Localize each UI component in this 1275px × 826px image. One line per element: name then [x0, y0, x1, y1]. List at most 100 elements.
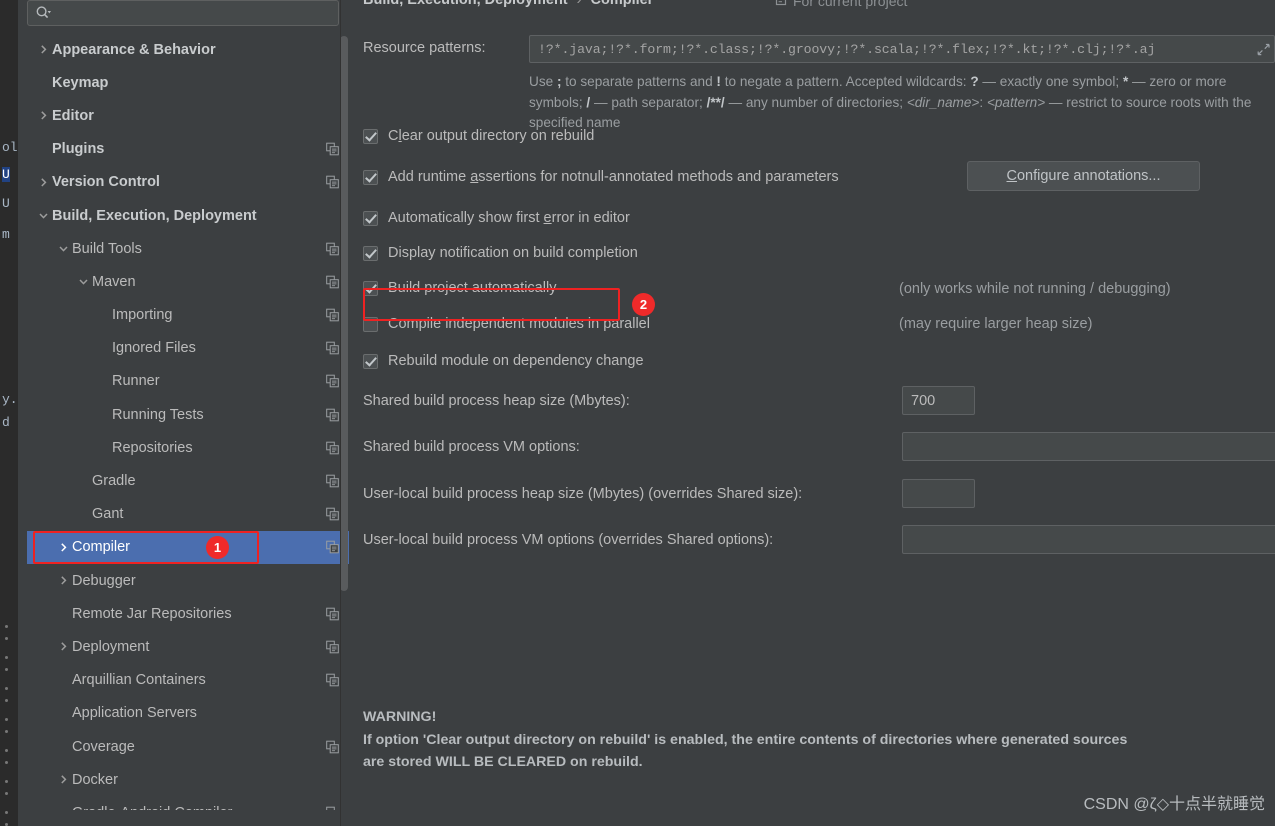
help-seg: to negate a pattern. Accepted wildcards:	[720, 74, 971, 89]
checkbox-display-notification[interactable]: Display notification on build completion	[363, 245, 638, 261]
sidebar-item-label: Keymap	[52, 74, 109, 91]
sidebar-item-version-control[interactable]: Version Control	[27, 166, 349, 199]
warning-line-2: are stored WILL BE CLEARED on rebuild.	[363, 754, 643, 770]
settings-window: ol U U m y.) d Appearance & Beha	[0, 0, 1275, 826]
checkbox-add-runtime-assertions[interactable]: Add runtime assertions for notnull-annot…	[363, 169, 839, 185]
checkbox-box[interactable]	[363, 316, 378, 332]
shared-vm-options-input[interactable]	[902, 432, 1275, 461]
project-scope-icon	[775, 0, 788, 9]
copy-settings-icon[interactable]	[326, 275, 339, 289]
copy-settings-icon[interactable]	[326, 408, 339, 421]
help-seg: — path separator;	[590, 94, 707, 110]
search-input[interactable]	[51, 5, 338, 21]
sidebar-item-compiler[interactable]: Compiler	[27, 530, 349, 564]
resource-patterns-input[interactable]	[529, 35, 1275, 63]
sidebar-item-importing[interactable]: Importing	[27, 299, 349, 332]
sidebar-item-label: Ignored Files	[112, 340, 196, 357]
checkbox-auto-show-first-error[interactable]: Automatically show first error in editor	[363, 210, 630, 226]
chevron-right-icon[interactable]	[55, 774, 72, 785]
sidebar-item-keymap[interactable]: Keymap	[27, 66, 349, 99]
shared-heap-size-input[interactable]	[902, 386, 975, 415]
checkbox-build-project-automatically[interactable]: Build project automatically	[363, 280, 556, 296]
chevron-right-icon[interactable]	[55, 542, 72, 553]
chevron-right-icon[interactable]	[35, 110, 52, 121]
copy-settings-icon[interactable]	[326, 375, 339, 388]
copy-settings-icon[interactable]	[326, 673, 339, 687]
checkbox-box[interactable]	[363, 353, 378, 369]
warning-block: WARNING! If option 'Clear output directo…	[363, 706, 1275, 774]
checkbox-clear-output-directory[interactable]: Clear output directory on rebuild	[363, 128, 594, 144]
sidebar-item-gradle-android-compiler[interactable]: Gradle-Android Compiler	[27, 796, 349, 810]
copy-settings-icon[interactable]	[326, 474, 339, 488]
checkbox-box[interactable]	[363, 280, 378, 296]
chevron-right-icon[interactable]	[55, 641, 72, 652]
configure-annotations-button[interactable]: Configure annotations...	[967, 161, 1200, 191]
copy-settings-icon[interactable]	[326, 308, 339, 322]
chevron-down-icon[interactable]	[55, 243, 72, 254]
sidebar-item-label: Build, Execution, Deployment	[52, 207, 257, 224]
checkbox-box[interactable]	[363, 245, 378, 261]
sidebar-item-remote-jar-repositories[interactable]: Remote Jar Repositories	[27, 597, 349, 630]
settings-tree[interactable]: Appearance & Behavior Keymap Editor Plugins…	[27, 33, 349, 810]
copy-settings-icon[interactable]	[326, 441, 339, 455]
copy-settings-icon[interactable]	[326, 142, 339, 156]
chevron-right-icon[interactable]	[55, 575, 72, 586]
copy-settings-icon[interactable]	[326, 640, 339, 654]
copy-settings-icon[interactable]	[326, 740, 339, 753]
copy-settings-icon[interactable]	[326, 507, 339, 521]
shared-vm-options-label: Shared build process VM options:	[363, 439, 580, 455]
sidebar-item-label: Repositories	[112, 439, 193, 456]
checkbox-box[interactable]	[363, 128, 378, 144]
settings-dialog: Appearance & Behavior Keymap Editor Plugins…	[18, 0, 1275, 826]
checkbox-box[interactable]	[363, 169, 378, 185]
userlocal-vm-options-input[interactable]	[902, 525, 1275, 554]
chevron-right-icon[interactable]	[35, 44, 52, 55]
sidebar-item-application-servers[interactable]: Application Servers	[27, 697, 349, 730]
copy-settings-icon[interactable]	[326, 242, 339, 256]
checkbox-label: Build project automatically	[388, 280, 557, 296]
sidebar-item-debugger[interactable]: Debugger	[27, 564, 349, 597]
sidebar-item-label: Coverage	[72, 738, 135, 755]
sidebar-item-label: Gradle	[92, 473, 136, 490]
sidebar-item-label: Docker	[72, 771, 118, 788]
help-seg: — any number of directories;	[724, 94, 907, 110]
help-seg: <dir_name>	[906, 94, 980, 110]
sidebar-item-docker[interactable]: Docker	[27, 763, 349, 796]
copy-settings-icon[interactable]	[326, 806, 339, 810]
chevron-right-icon[interactable]	[35, 177, 52, 188]
copy-settings-icon[interactable]	[326, 541, 339, 554]
checkbox-compile-independent-modules-parallel[interactable]: Compile independent modules in parallel	[363, 316, 650, 332]
tree-scrollbar-thumb[interactable]	[340, 36, 348, 591]
sidebar-item-label: Editor	[52, 107, 94, 124]
userlocal-heap-size-input[interactable]	[902, 479, 975, 508]
sidebar-item-repositories[interactable]: Repositories	[27, 431, 349, 464]
sidebar-item-ignored-files[interactable]: Ignored Files	[27, 332, 349, 365]
sidebar-item-label: Importing	[112, 307, 173, 324]
sidebar-item-maven[interactable]: Maven	[27, 265, 349, 298]
checkbox-box[interactable]	[363, 210, 378, 226]
chevron-down-icon[interactable]	[35, 210, 52, 221]
sidebar-item-build-tools[interactable]: Build Tools	[27, 232, 349, 265]
sidebar-item-coverage[interactable]: Coverage	[27, 730, 349, 763]
sidebar-item-build-execution-deployment[interactable]: Build, Execution, Deployment	[27, 199, 349, 232]
expand-field-icon[interactable]	[1257, 43, 1270, 56]
chevron-down-icon[interactable]	[75, 276, 92, 287]
sidebar-item-arquillian-containers[interactable]: Arquillian Containers	[27, 664, 349, 697]
checkbox-label: Clear output directory on rebuild	[388, 128, 595, 144]
sidebar-item-runner[interactable]: Runner	[27, 365, 349, 398]
sidebar-item-plugins[interactable]: Plugins	[27, 133, 349, 166]
copy-settings-icon[interactable]	[326, 341, 339, 355]
sidebar-item-gradle[interactable]: Gradle	[27, 464, 349, 497]
search-box[interactable]	[27, 0, 339, 26]
sidebar-item-running-tests[interactable]: Running Tests	[27, 398, 349, 431]
settings-tree-panel: Appearance & Behavior Keymap Editor Plugins…	[27, 0, 349, 810]
breadcrumb-root[interactable]: Build, Execution, Deployment	[363, 0, 568, 8]
sidebar-item-gant[interactable]: Gant	[27, 498, 349, 531]
copy-settings-icon[interactable]	[326, 607, 339, 621]
sidebar-item-appearance-behavior[interactable]: Appearance & Behavior	[27, 33, 349, 66]
checkbox-rebuild-module-on-dependency-change[interactable]: Rebuild module on dependency change	[363, 353, 644, 369]
annotation-badge-1: 1	[206, 536, 229, 559]
sidebar-item-editor[interactable]: Editor	[27, 99, 349, 132]
sidebar-item-deployment[interactable]: Deployment	[27, 630, 349, 663]
copy-settings-icon[interactable]	[326, 176, 339, 189]
